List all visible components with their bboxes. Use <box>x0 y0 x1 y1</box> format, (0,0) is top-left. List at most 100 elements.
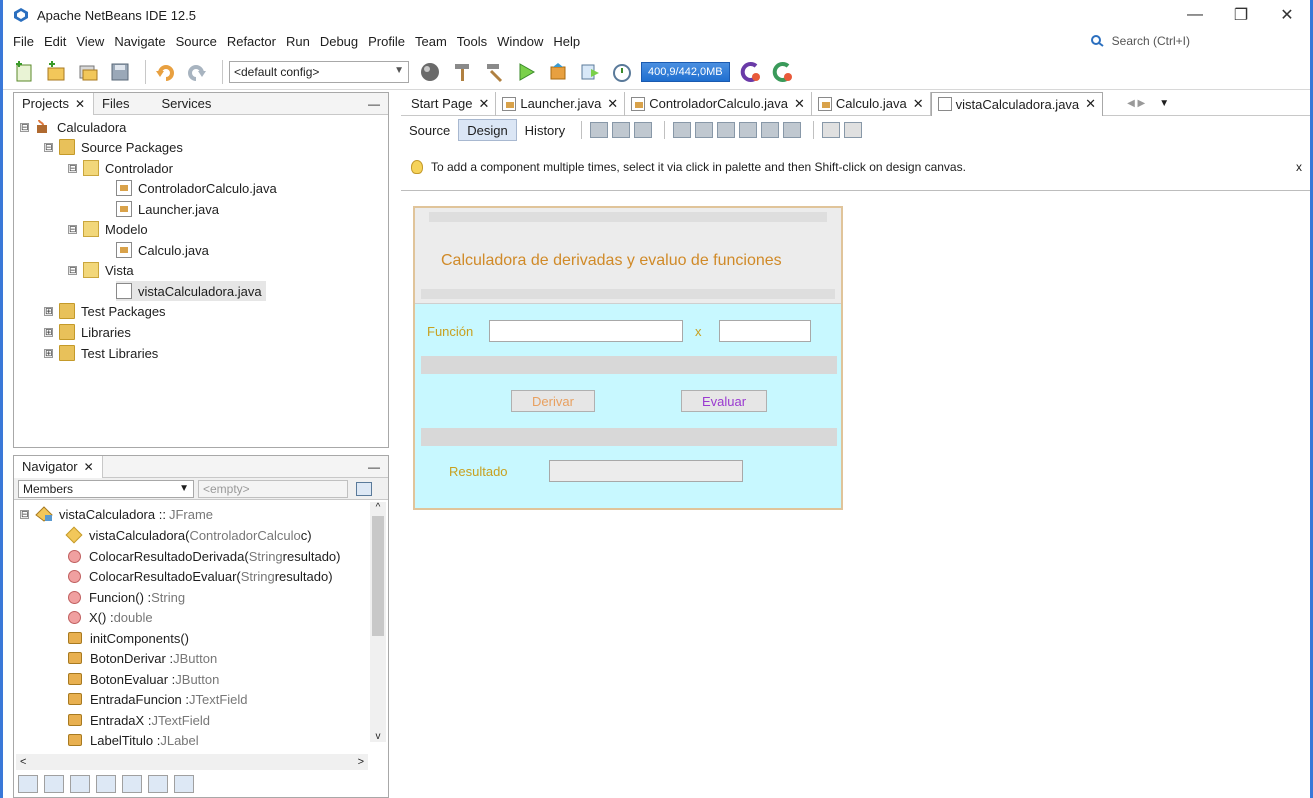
search-box[interactable]: Search (Ctrl+I) <box>1090 30 1190 52</box>
memory-indicator[interactable]: 400,9/442,0MB <box>641 61 730 82</box>
close-icon[interactable]: ✕ <box>607 96 618 112</box>
align-left-icon[interactable] <box>673 122 692 138</box>
tree-item-controlador[interactable]: ⊟ Controlador <box>68 158 173 178</box>
scroll-down-icon[interactable]: v <box>370 731 386 742</box>
scroll-left-icon[interactable]: < <box>20 756 26 768</box>
build-button[interactable] <box>449 59 475 85</box>
close-icon[interactable]: ✕ <box>913 96 924 112</box>
hint-close-icon[interactable]: x <box>1296 160 1302 174</box>
menu-navigate[interactable]: Navigate <box>114 34 165 49</box>
menu-profile[interactable]: Profile <box>368 34 405 49</box>
tree-item-modelo[interactable]: ⊟ Modelo <box>68 219 148 239</box>
inner-classes-icon[interactable] <box>122 775 142 793</box>
tab-source[interactable]: Source <box>401 119 458 141</box>
fields-filter-icon[interactable] <box>44 775 64 793</box>
menu-window[interactable]: Window <box>497 34 543 49</box>
vertical-scrollbar[interactable]: ^ v <box>370 502 386 742</box>
minimize-button[interactable]: — <box>1172 0 1218 30</box>
members-dropdown[interactable]: Members ▼ <box>18 479 194 498</box>
collapse-icon[interactable]: ⊟ <box>44 142 53 152</box>
expand-icon[interactable]: ⊞ <box>44 327 53 337</box>
member-row[interactable]: Funcion() : String <box>68 587 185 607</box>
tab-controladorcalculo[interactable]: ControladorCalculo.java ✕ <box>625 91 812 116</box>
collapse-icon[interactable]: ⊟ <box>68 163 77 173</box>
menu-edit[interactable]: Edit <box>44 34 66 49</box>
member-row[interactable]: EntradaX : JTextField <box>68 710 210 730</box>
scroll-thumb[interactable] <box>372 516 384 636</box>
tab-launcher[interactable]: Launcher.java ✕ <box>496 91 626 116</box>
expand-icon[interactable]: ⊞ <box>44 306 53 316</box>
save-all-button[interactable] <box>107 59 133 85</box>
collapse-icon[interactable]: ⊟ <box>68 224 77 234</box>
snapshot-button[interactable] <box>770 59 796 85</box>
resultado-field[interactable] <box>549 460 743 482</box>
tab-files[interactable]: Files <box>94 93 137 115</box>
align-bottom-icon[interactable] <box>761 122 780 138</box>
menu-help[interactable]: Help <box>553 34 580 49</box>
menu-run[interactable]: Run <box>286 34 310 49</box>
member-row[interactable]: ColocarResultadoEvaluar(String resultado… <box>68 566 333 586</box>
member-row[interactable]: initComponents() <box>68 628 189 648</box>
close-icon[interactable]: ✕ <box>478 96 489 112</box>
debug-button[interactable] <box>545 59 571 85</box>
member-row[interactable]: vistaCalculadora(ControladorCalculo c) <box>65 525 312 545</box>
close-icon[interactable]: ✕ <box>1085 96 1096 112</box>
scroll-up-icon[interactable]: ^ <box>370 502 386 513</box>
maximize-button[interactable]: ❐ <box>1218 0 1264 30</box>
form-title-label[interactable]: Calculadora de derivadas y evaluo de fun… <box>441 252 782 270</box>
resize-vertical-icon[interactable] <box>844 122 863 138</box>
funcion-field[interactable] <box>489 320 683 342</box>
resize-horizontal-icon[interactable] <box>822 122 841 138</box>
tab-services[interactable]: Services <box>153 93 219 115</box>
set-project-browser-button[interactable] <box>417 59 443 85</box>
new-file-button[interactable] <box>11 59 37 85</box>
center-vertically-icon[interactable] <box>783 122 802 138</box>
tab-projects[interactable]: Projects ✕ <box>14 92 95 115</box>
gc-button[interactable] <box>738 59 764 85</box>
tree-item-calculadora[interactable]: ⊟ Calculadora <box>20 117 126 137</box>
minimize-icon[interactable]: — <box>368 97 380 111</box>
expand-icon[interactable]: ⊞ <box>44 348 53 358</box>
collapse-icon[interactable]: ⊟ <box>20 509 29 519</box>
tab-calculo[interactable]: Calculo.java ✕ <box>812 91 931 116</box>
funcion-label[interactable]: Función <box>427 324 473 339</box>
config-dropdown[interactable]: <default config> ▼ <box>229 60 409 83</box>
menu-file[interactable]: File <box>13 34 34 49</box>
sort-by-source-icon[interactable] <box>174 775 194 793</box>
menu-view[interactable]: View <box>76 34 104 49</box>
evaluar-button[interactable]: Evaluar <box>681 390 767 412</box>
tree-item-vista[interactable]: ⊟ Vista <box>68 260 134 280</box>
collapse-icon[interactable]: ⊟ <box>20 122 29 132</box>
minimize-icon[interactable]: — <box>368 460 380 474</box>
tree-item-source-packages[interactable]: ⊟ Source Packages <box>44 137 183 157</box>
menu-debug[interactable]: Debug <box>320 34 358 49</box>
center-horizontally-icon[interactable] <box>717 122 736 138</box>
member-row[interactable]: BotonDerivar : JButton <box>68 648 217 668</box>
tree-item-calculo[interactable]: Calculo.java <box>116 240 209 260</box>
selection-mode-icon[interactable] <box>590 122 609 138</box>
tab-design[interactable]: Design <box>458 119 517 141</box>
tab-history[interactable]: History <box>517 119 573 141</box>
separator-panel[interactable] <box>421 428 837 446</box>
design-form[interactable]: Calculadora de derivadas y evaluo de fun… <box>413 206 843 510</box>
tab-vistacalculadora[interactable]: vistaCalculadora.java ✕ <box>930 91 1104 116</box>
profile-button[interactable] <box>577 59 603 85</box>
member-row[interactable]: BotonEvaluar : JButton <box>68 669 219 689</box>
tree-item-libraries[interactable]: ⊞ Libraries <box>44 322 131 342</box>
tree-item-test-packages[interactable]: ⊞ Test Packages <box>44 301 166 321</box>
connection-mode-icon[interactable] <box>612 122 631 138</box>
align-top-icon[interactable] <box>739 122 758 138</box>
tree-item-launcher[interactable]: Launcher.java <box>116 199 219 219</box>
tree-item-vistacalculadora[interactable]: vistaCalculadora.java <box>116 281 266 301</box>
inheritance-icon[interactable] <box>18 775 38 793</box>
member-row[interactable]: EntradaFuncion : JTextField <box>68 689 248 709</box>
member-row[interactable]: ColocarResultadoDerivada(String resultad… <box>68 546 340 566</box>
resultado-label[interactable]: Resultado <box>449 464 508 479</box>
tree-item-test-libraries[interactable]: ⊞ Test Libraries <box>44 343 158 363</box>
separator-panel[interactable] <box>421 356 837 374</box>
sort-by-name-icon[interactable] <box>148 775 168 793</box>
tab-list-icon[interactable]: ▼ <box>1159 98 1169 109</box>
align-right-icon[interactable] <box>695 122 714 138</box>
close-button[interactable]: ✕ <box>1264 0 1310 30</box>
horizontal-scrollbar[interactable]: < > <box>16 754 368 770</box>
